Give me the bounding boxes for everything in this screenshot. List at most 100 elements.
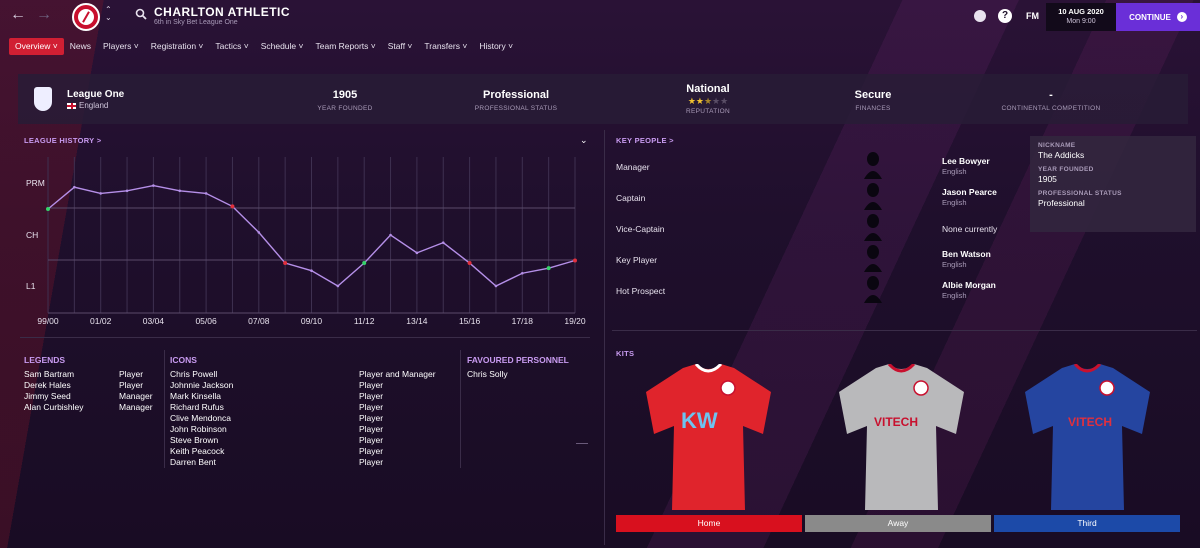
social-feed-icon[interactable] (974, 10, 986, 22)
help-icon[interactable]: ? (998, 9, 1012, 23)
legends-divider (164, 350, 165, 468)
x-tick-label: 09/10 (301, 316, 323, 326)
home-kit-shirt[interactable]: KW (641, 364, 776, 512)
key-person-hot-prospect[interactable]: Hot Prospect Albie Morgan English (616, 276, 1006, 314)
season-point[interactable] (546, 266, 551, 271)
league-name[interactable]: League One (67, 89, 124, 100)
menu-schedule[interactable]: Schedule ˅ (255, 38, 310, 55)
season-point[interactable] (441, 241, 445, 244)
finances-stat: Secure FINANCES (854, 89, 892, 112)
favoured-name[interactable]: Chris Solly (467, 369, 508, 379)
y-tick-label: L1 (26, 281, 36, 291)
club-details-panel: NICKNAME The Addicks YEAR FOUNDED 1905 P… (1030, 136, 1196, 232)
league-history-title[interactable]: LEAGUE HISTORY > (24, 136, 101, 145)
third-kit-shirt[interactable]: VITECH (1020, 364, 1155, 512)
nickname-value: The Addicks (1038, 150, 1085, 160)
list-scroll-mark (576, 443, 588, 444)
key-person-manager[interactable]: Manager Lee Bowyer English (616, 152, 1006, 190)
icons-title: ICONS (170, 355, 197, 365)
season-point[interactable] (46, 207, 50, 211)
icon-name[interactable]: Johnnie Jackson (170, 380, 233, 390)
menu-staff[interactable]: Staff ˅ (382, 38, 419, 55)
x-tick-label: 01/02 (90, 316, 112, 326)
legend-name[interactable]: Alan Curbishley (24, 402, 84, 412)
menu-registration[interactable]: Registration ˅ (145, 38, 210, 55)
season-point[interactable] (152, 184, 155, 187)
person-silhouette-icon (864, 152, 882, 179)
menu-news[interactable]: News (64, 38, 97, 55)
key-people-title[interactable]: KEY PEOPLE > (616, 136, 674, 145)
icon-role: Player (359, 413, 384, 423)
season-point[interactable] (362, 261, 367, 266)
y-tick-label: CH (26, 230, 38, 240)
club-crest-icon[interactable] (72, 3, 100, 31)
icon-name[interactable]: John Robinson (170, 424, 227, 434)
icon-name[interactable]: Mark Kinsella (170, 391, 221, 401)
back-arrow-icon[interactable]: ← (10, 6, 26, 24)
season-point[interactable] (230, 204, 235, 209)
club-switch-chevron-icon[interactable]: ⌃ ⌄ (105, 6, 112, 22)
menu-overview[interactable]: Overview ˅ (9, 38, 64, 55)
icon-role: Player (359, 446, 384, 456)
kit-tab-away[interactable]: Away (805, 515, 991, 532)
menu-team-reports[interactable]: Team Reports ˅ (309, 38, 381, 55)
icon-name[interactable]: Steve Brown (170, 435, 218, 445)
menu-history[interactable]: History ˅ (473, 38, 519, 55)
england-flag-icon (67, 102, 76, 109)
icon-name[interactable]: Chris Powell (170, 369, 217, 379)
season-point[interactable] (125, 189, 129, 193)
league-history-collapse-icon[interactable]: ⌄ (580, 135, 588, 146)
person-silhouette-icon (864, 183, 882, 210)
continue-button[interactable]: CONTINUE › (1116, 3, 1200, 31)
away-kit-shirt[interactable]: VITECH (834, 364, 969, 512)
season-point[interactable] (283, 261, 288, 266)
menu-transfers[interactable]: Transfers ˅ (418, 38, 473, 55)
kits-divider (612, 330, 1197, 331)
icon-name[interactable]: Darren Bent (170, 457, 216, 467)
person-silhouette-icon (864, 245, 882, 272)
season-point[interactable] (573, 258, 577, 263)
favoured-title: FAVOURED PERSONNEL (467, 355, 569, 365)
season-point[interactable] (521, 271, 524, 275)
current-date[interactable]: 10 AUG 2020 Mon 9:00 (1046, 3, 1116, 31)
legend-name[interactable]: Derek Hales (24, 380, 71, 390)
x-tick-label: 07/08 (248, 316, 270, 326)
icons-divider (460, 350, 461, 468)
season-point[interactable] (467, 261, 472, 266)
kit-tab-third[interactable]: Third (994, 515, 1180, 532)
league-badge-icon[interactable] (34, 87, 52, 111)
key-person-key-player[interactable]: Key Player Ben Watson English (616, 245, 1006, 283)
season-point[interactable] (204, 192, 208, 195)
season-point[interactable] (257, 231, 261, 234)
top-bar: ← → ⌃ ⌄ CHARLTON ATHLETIC 6th in Sky Bet … (0, 0, 1200, 34)
kit-tab-home[interactable]: Home (616, 515, 802, 532)
person-silhouette-icon (864, 214, 882, 241)
icon-name[interactable]: Richard Rufus (170, 402, 224, 412)
season-point[interactable] (73, 185, 76, 189)
icon-role: Player and Manager (359, 369, 436, 379)
season-point[interactable] (310, 269, 313, 272)
continental-stat: - CONTINENTAL COMPETITION (1001, 89, 1101, 112)
legend-name[interactable]: Jimmy Seed (24, 391, 71, 401)
fm-menu-button[interactable]: FM (1026, 11, 1039, 21)
season-point[interactable] (494, 284, 498, 288)
person-silhouette-icon (864, 276, 882, 303)
legend-name[interactable]: Sam Bartram (24, 369, 74, 379)
season-point[interactable] (99, 192, 102, 195)
forward-arrow-icon[interactable]: → (36, 6, 52, 24)
season-point[interactable] (415, 251, 419, 255)
season-point[interactable] (178, 189, 182, 193)
key-person-captain[interactable]: Captain Jason Pearce English (616, 183, 1006, 221)
icon-name[interactable]: Clive Mendonca (170, 413, 231, 423)
legend-role: Manager (119, 402, 153, 412)
club-name[interactable]: CHARLTON ATHLETIC (154, 5, 290, 19)
icon-name[interactable]: Keith Peacock (170, 446, 224, 456)
menu-tactics[interactable]: Tactics ˅ (209, 38, 254, 55)
season-point[interactable] (389, 233, 392, 237)
search-icon[interactable] (135, 8, 147, 20)
menu-players[interactable]: Players ˅ (97, 38, 145, 55)
legend-role: Player (119, 369, 144, 379)
key-person-vice-captain[interactable]: Vice-Captain None currently (616, 214, 1006, 252)
club-league-position: 6th in Sky Bet League One (154, 19, 238, 26)
season-point[interactable] (336, 284, 340, 288)
